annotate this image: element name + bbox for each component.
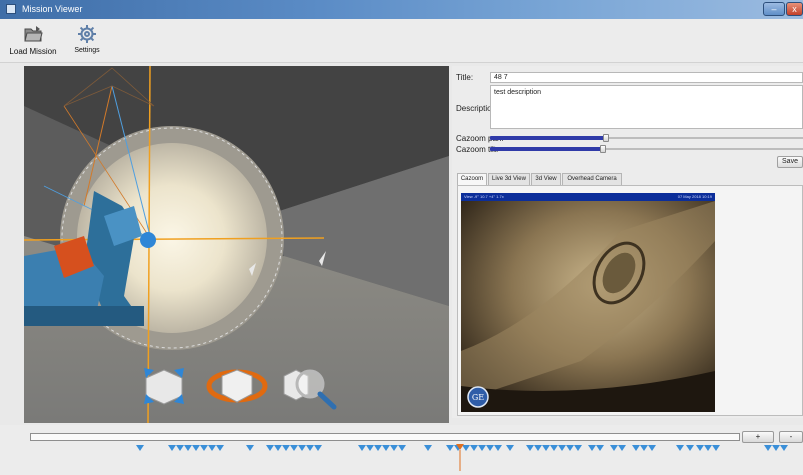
timeline-marker[interactable] bbox=[314, 445, 322, 451]
title-label: Title: bbox=[456, 73, 474, 82]
timeline-marker[interactable] bbox=[588, 445, 596, 451]
zoom-view-icon[interactable] bbox=[282, 364, 338, 410]
save-button[interactable]: Save bbox=[777, 156, 803, 168]
pan-slider[interactable] bbox=[490, 134, 803, 142]
description-field[interactable]: test description bbox=[490, 85, 803, 129]
timeline-marker[interactable] bbox=[200, 445, 208, 451]
timeline-marker[interactable] bbox=[390, 445, 398, 451]
close-button[interactable]: x bbox=[786, 2, 803, 16]
pan-slider-thumb[interactable] bbox=[602, 134, 609, 142]
timeline-marker[interactable] bbox=[486, 445, 494, 451]
gear-icon bbox=[78, 25, 96, 43]
app-icon bbox=[6, 4, 16, 14]
tab-overhead-camera[interactable]: Overhead Camera bbox=[562, 173, 622, 185]
tab-content: View -9° 10.7 +4° 1.7x 07 May 2018 10:19 bbox=[457, 185, 803, 416]
timeline-marker[interactable] bbox=[618, 445, 626, 451]
timeline-markers bbox=[136, 444, 788, 471]
camera-overlay-right: 07 May 2018 10:19 bbox=[677, 194, 712, 199]
open-folder-icon bbox=[24, 26, 43, 42]
timeline-marker[interactable] bbox=[704, 445, 712, 451]
mission-timeline: + - bbox=[0, 425, 803, 475]
timeline-marker[interactable] bbox=[534, 445, 542, 451]
timeline-marker[interactable] bbox=[168, 445, 176, 451]
timeline-marker[interactable] bbox=[136, 445, 144, 451]
timeline-marker[interactable] bbox=[686, 445, 694, 451]
timeline-marker[interactable] bbox=[176, 445, 184, 451]
window-title: Mission Viewer bbox=[22, 4, 83, 14]
timeline-marker[interactable] bbox=[358, 445, 366, 451]
camera-overlay-left: View -9° 10.7 +4° 1.7x bbox=[464, 194, 504, 199]
tab-live-3d-view[interactable]: Live 3d View bbox=[488, 173, 530, 185]
window-titlebar: Mission Viewer – x bbox=[0, 0, 803, 19]
settings-button[interactable]: Settings bbox=[70, 23, 104, 54]
timeline-marker[interactable] bbox=[290, 445, 298, 451]
ge-logo-icon: GE bbox=[472, 393, 484, 402]
timeline-marker[interactable] bbox=[712, 445, 720, 451]
pan-slider-fill bbox=[490, 136, 606, 140]
timeline-marker[interactable] bbox=[192, 445, 200, 451]
tilt-slider-fill bbox=[490, 147, 603, 151]
timeline-marker[interactable] bbox=[208, 445, 216, 451]
timeline-marker[interactable] bbox=[610, 445, 618, 451]
timeline-marker[interactable] bbox=[764, 445, 772, 451]
timeline-marker[interactable] bbox=[424, 445, 432, 451]
timeline-marker[interactable] bbox=[596, 445, 604, 451]
timeline-marker[interactable] bbox=[274, 445, 282, 451]
camera-overlay-bar: View -9° 10.7 +4° 1.7x 07 May 2018 10:19 bbox=[461, 193, 715, 201]
load-mission-button[interactable]: Load Mission bbox=[4, 23, 62, 56]
timeline-marker[interactable] bbox=[462, 445, 470, 451]
timeline-marker[interactable] bbox=[266, 445, 274, 451]
tilt-slider[interactable] bbox=[490, 145, 803, 153]
timeline-marker[interactable] bbox=[246, 445, 254, 451]
toolbar: Load Mission Settings bbox=[0, 19, 803, 63]
timeline-marker[interactable] bbox=[398, 445, 406, 451]
tilt-slider-thumb[interactable] bbox=[599, 145, 606, 153]
timeline-marker[interactable] bbox=[676, 445, 684, 451]
zoom-extents-icon[interactable] bbox=[142, 366, 186, 406]
mission-detail-panel: Title: Description: test description Caz… bbox=[452, 66, 803, 418]
settings-label: Settings bbox=[74, 47, 100, 54]
minimize-button[interactable]: – bbox=[763, 2, 785, 16]
timeline-marker[interactable] bbox=[648, 445, 656, 451]
timeline-marker[interactable] bbox=[382, 445, 390, 451]
load-mission-label: Load Mission bbox=[9, 47, 57, 56]
3d-viewport[interactable] bbox=[24, 66, 449, 423]
camera-image: GE bbox=[461, 201, 715, 412]
timeline-marker[interactable] bbox=[550, 445, 558, 451]
timeline-marker[interactable] bbox=[446, 445, 454, 451]
timeline-marker[interactable] bbox=[696, 445, 704, 451]
timeline-marker[interactable] bbox=[772, 445, 780, 451]
timeline-marker[interactable] bbox=[184, 445, 192, 451]
rotate-view-icon[interactable] bbox=[206, 364, 268, 408]
timeline-marker[interactable] bbox=[470, 445, 478, 451]
title-field[interactable] bbox=[490, 72, 803, 83]
timeline-marker[interactable] bbox=[526, 445, 534, 451]
timeline-marker[interactable] bbox=[640, 445, 648, 451]
camera-feed[interactable]: View -9° 10.7 +4° 1.7x 07 May 2018 10:19 bbox=[461, 193, 715, 412]
timeline-marker[interactable] bbox=[632, 445, 640, 451]
timeline-marker[interactable] bbox=[282, 445, 290, 451]
timeline-marker[interactable] bbox=[366, 445, 374, 451]
timeline-marker[interactable] bbox=[506, 445, 514, 451]
tab-3d-view[interactable]: 3d View bbox=[531, 173, 561, 185]
timeline-marker[interactable] bbox=[542, 445, 550, 451]
timeline-marker[interactable] bbox=[306, 445, 314, 451]
timeline-marker[interactable] bbox=[780, 445, 788, 451]
timeline-marker[interactable] bbox=[374, 445, 382, 451]
timeline-marker[interactable] bbox=[216, 445, 224, 451]
timeline-marker[interactable] bbox=[478, 445, 486, 451]
timeline-marker[interactable] bbox=[494, 445, 502, 451]
timeline-marker[interactable] bbox=[574, 445, 582, 451]
timeline-marker[interactable] bbox=[558, 445, 566, 451]
timeline-marker[interactable] bbox=[298, 445, 306, 451]
timeline-marker[interactable] bbox=[566, 445, 574, 451]
